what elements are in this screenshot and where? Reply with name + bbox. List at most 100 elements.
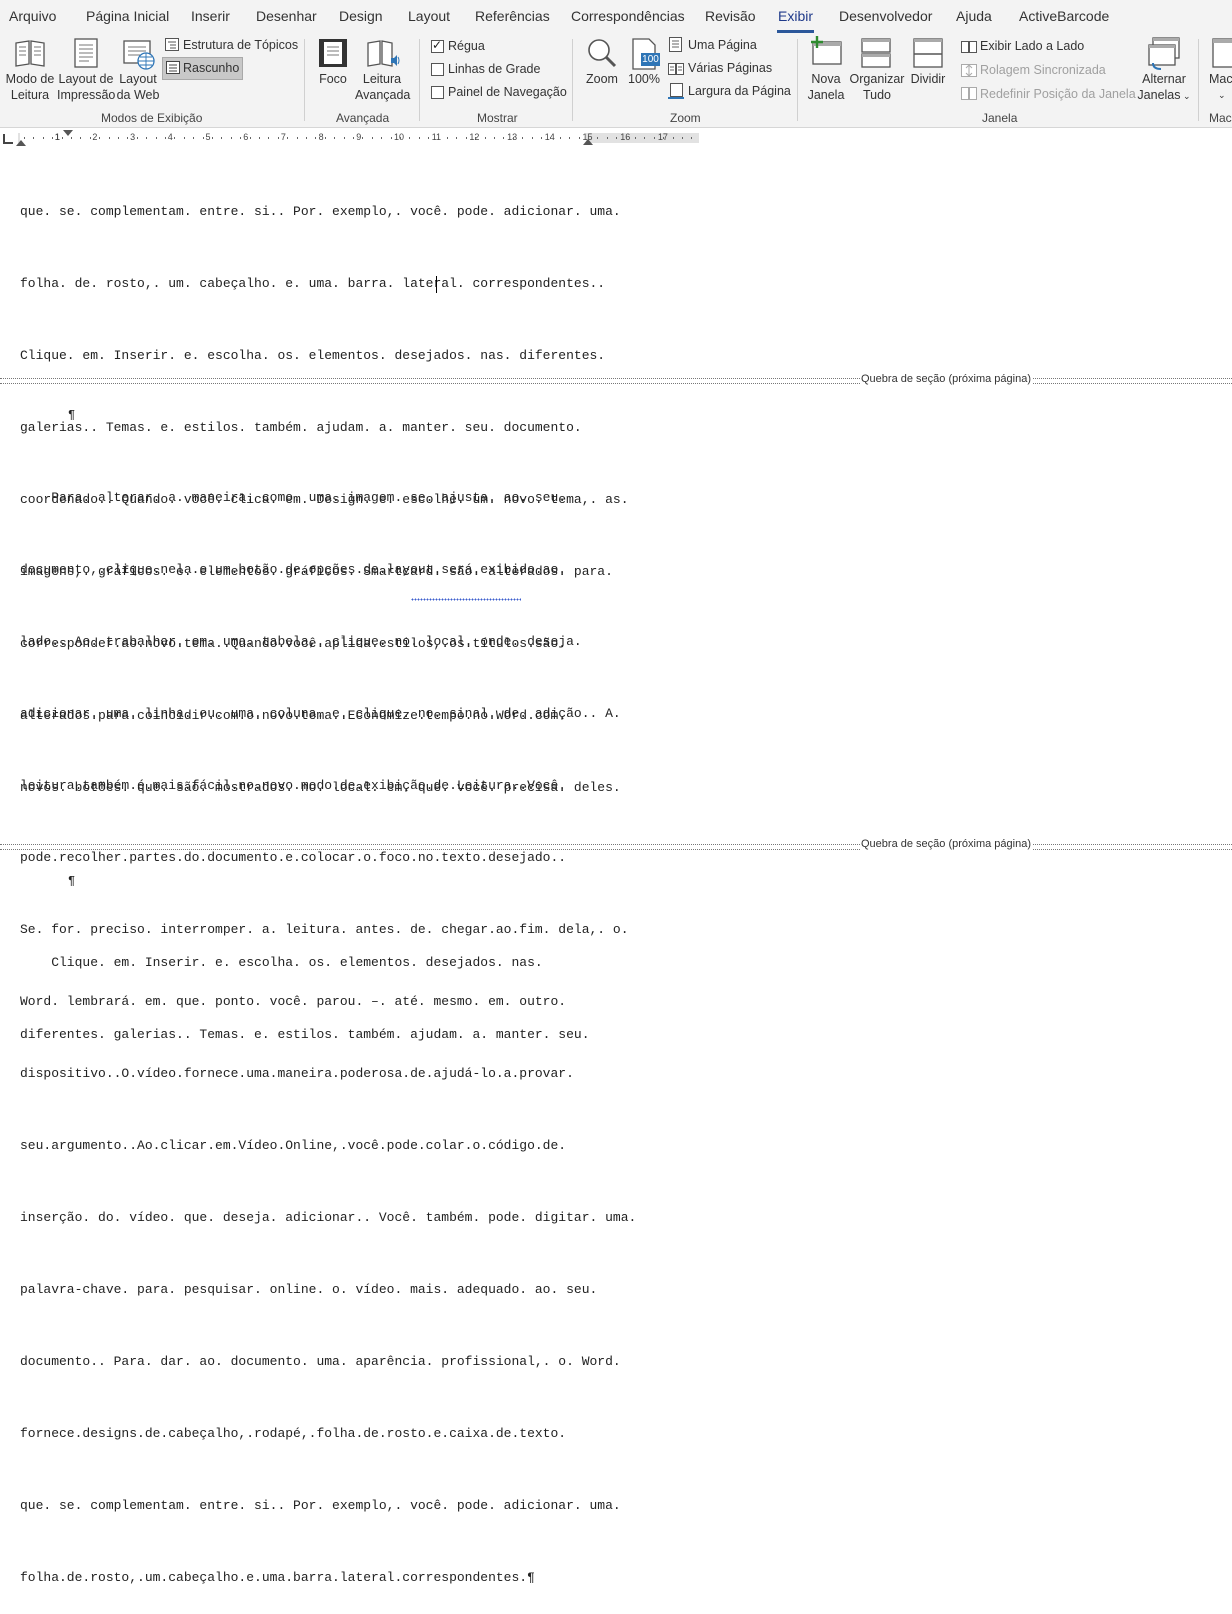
immersive-reader-icon[interactable]: [366, 38, 400, 75]
horizontal-ruler[interactable]: 11234567891011121314151617: [0, 128, 1232, 148]
gridlines-label: Linhas de Grade: [448, 62, 541, 76]
ruler-tick: [249, 137, 251, 139]
reset-window-position-button[interactable]: Redefinir Posição da Janela: [980, 87, 1136, 101]
macros-icon[interactable]: [1212, 38, 1232, 75]
ruler-tick: [663, 137, 665, 139]
chevron-down-icon: ⌄: [1218, 90, 1226, 100]
tab-selector-icon[interactable]: [3, 134, 13, 144]
ruler-number: 3: [130, 132, 136, 142]
grammar-underline: [411, 598, 521, 601]
right-indent-marker[interactable]: [583, 139, 593, 145]
tab-layout[interactable]: Layout: [408, 8, 450, 24]
reset-window-position-icon: [961, 87, 977, 105]
new-window-icon[interactable]: [809, 36, 843, 73]
ruler-tick: [136, 137, 138, 139]
tab-arquivo[interactable]: Arquivo: [9, 8, 56, 24]
ruler-tick: [174, 137, 176, 139]
ruler-tick: [437, 137, 439, 139]
document-paragraph-3[interactable]: Clique. em. Inserir. e. escolha. os. ele…: [20, 903, 590, 1071]
outline-button[interactable]: Estrutura de Tópicos: [183, 38, 298, 52]
text-cursor: [436, 276, 437, 293]
ruler-tick: [541, 137, 542, 139]
ruler-label: Régua: [448, 39, 485, 53]
zoom-magnifier-icon[interactable]: [586, 37, 618, 74]
ruler-tick: [315, 137, 317, 139]
group-label-macros: Mac: [1209, 111, 1232, 125]
ruler-tick: [672, 137, 674, 139]
side-by-side-icon[interactable]: [961, 40, 977, 58]
ruler-tick: [447, 137, 448, 139]
pilcrow-mark: ¶: [68, 408, 76, 422]
group-separator: [1198, 39, 1199, 121]
doc-line: que. se. complementam. entre. si.. Por. …: [20, 1498, 621, 1513]
ruler-tick: [400, 137, 401, 139]
ruler-tick: [691, 137, 693, 139]
doc-line: documento,.clique.nela.e.um.botão.de.opç…: [20, 562, 567, 577]
tab-activebarcode[interactable]: ActiveBarcode: [1019, 8, 1109, 24]
arrange-all-icon[interactable]: [861, 38, 891, 73]
immersive-reader-label: Leitura: [362, 72, 402, 86]
switch-windows-icon[interactable]: [1147, 37, 1181, 76]
ruler-tick: [324, 137, 326, 139]
ruler-tick: [381, 137, 383, 139]
doc-line: inserção. do. vídeo. que. deseja. adicio…: [20, 1210, 637, 1225]
hanging-indent-marker[interactable]: [16, 140, 26, 146]
split-icon[interactable]: [913, 38, 943, 73]
page-width-button[interactable]: Largura da Página: [688, 84, 791, 98]
ruler-tick: [259, 137, 260, 139]
page-width-icon[interactable]: [668, 83, 684, 104]
doc-line: adicionar. uma. linha. ou. uma. coluna. …: [20, 706, 621, 721]
web-layout-label-2: da Web: [116, 88, 160, 102]
group-label-window: Janela: [982, 111, 1018, 125]
ruler-tick: [653, 137, 655, 139]
ruler-tick: [616, 137, 618, 139]
macros-label: Mac: [1209, 72, 1232, 86]
group-separator: [572, 39, 573, 121]
arrange-all-label-2: Tudo: [862, 88, 892, 102]
tab-ajuda[interactable]: Ajuda: [956, 8, 992, 24]
one-page-button[interactable]: Uma Página: [688, 38, 757, 52]
tab-revisao[interactable]: Revisão: [705, 8, 756, 24]
immersive-reader-label-2: Avançada: [355, 88, 411, 102]
print-layout-icon[interactable]: [73, 37, 99, 74]
synchronous-scrolling-button[interactable]: Rolagem Sincronizada: [980, 63, 1106, 77]
draft-icon: [166, 61, 180, 79]
draft-button[interactable]: Rascunho: [183, 61, 239, 75]
doc-line: palavra-chave. para. pesquisar. online. …: [20, 1282, 598, 1297]
navigation-pane-checkbox[interactable]: [431, 86, 444, 99]
ruler-tick: [569, 137, 571, 139]
print-layout-label: Layout de: [58, 72, 114, 86]
tab-exibir[interactable]: Exibir: [776, 8, 815, 33]
tab-inserir[interactable]: Inserir: [191, 8, 230, 24]
group-label-show: Mostrar: [477, 111, 518, 125]
read-mode-icon[interactable]: [14, 38, 46, 73]
tab-referencias[interactable]: Referências: [475, 8, 550, 24]
one-page-icon[interactable]: [669, 37, 682, 57]
side-by-side-button[interactable]: Exibir Lado a Lado: [980, 39, 1084, 53]
tab-pagina-inicial[interactable]: Página Inicial: [86, 8, 169, 24]
section-break-label-1: Quebra de seção (próxima página): [860, 373, 1032, 385]
ruler-tick: [343, 137, 345, 139]
ruler-tick: [644, 137, 646, 139]
ruler-tick: [606, 137, 608, 139]
ruler-tick: [635, 137, 636, 139]
outline-icon[interactable]: [165, 38, 179, 56]
focus-icon[interactable]: [318, 38, 348, 73]
ruler-number: 8: [318, 132, 324, 142]
ruler-tick: [334, 137, 336, 139]
group-label-immersive: Avançada: [336, 111, 390, 125]
new-window-label: Nova: [811, 72, 841, 86]
multiple-pages-button[interactable]: Várias Páginas: [688, 61, 772, 75]
ruler-tick: [597, 137, 599, 139]
section-break-1: [0, 378, 1232, 384]
tab-design[interactable]: Design: [339, 8, 383, 24]
web-layout-icon[interactable]: [122, 39, 156, 76]
tab-desenvolvedor[interactable]: Desenvolvedor: [839, 8, 932, 24]
first-line-indent-marker[interactable]: [63, 130, 73, 136]
gridlines-checkbox[interactable]: [431, 63, 444, 76]
tab-desenhar[interactable]: Desenhar: [256, 8, 317, 24]
ruler-checkbox[interactable]: [431, 38, 444, 53]
tab-correspondencias[interactable]: Correspondências: [571, 8, 685, 24]
doc-line: Clique. em. Inserir. e. escolha. os. ele…: [20, 348, 606, 363]
multiple-pages-icon[interactable]: [668, 62, 684, 80]
